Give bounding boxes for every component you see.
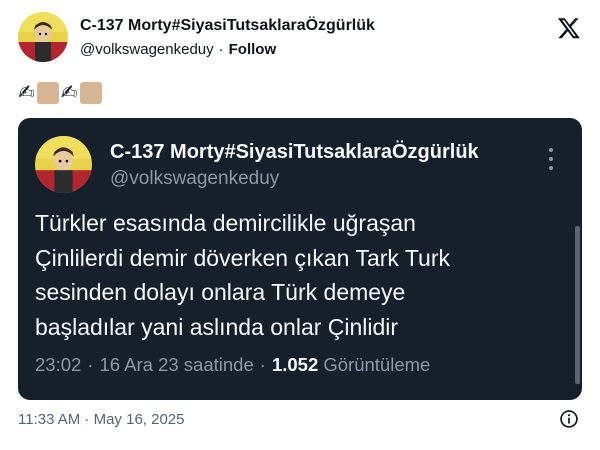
tweet-text-line: Türkler esasında demircilikle uğraşan — [35, 210, 416, 236]
quoted-author-avatar[interactable] — [35, 136, 92, 193]
follow-button[interactable]: Follow — [229, 41, 277, 58]
writing-hand-icon: ✍ — [60, 82, 78, 104]
writing-hand-icon: ✍ — [18, 82, 35, 104]
skin-tone-swatch-icon — [79, 82, 102, 104]
quoted-tweet-meta: 23:02 · 16 Ara 23 saatinde · 1.052 Görüntüle… — [35, 354, 430, 376]
tweet-text-line: başladılar yani aslında onlar Çinlidir — [35, 313, 399, 340]
quoted-date: 16 Ara 23 saatinde — [99, 354, 254, 375]
separator-dot: · — [87, 354, 94, 375]
avatar-image — [35, 136, 92, 193]
author-handle-row: @volkswagenkeduy · Follow — [80, 41, 276, 58]
author-display-name[interactable]: C-137 Morty#SiyasiTutsaklaraÖzgürlük — [80, 17, 375, 35]
views-count: 1.052 — [271, 354, 319, 375]
views-label: Görüntüleme — [323, 354, 431, 375]
quoted-tweet-text: Türkler esasında demircilikle uğraşan Çi… — [35, 206, 560, 344]
info-icon[interactable] — [559, 409, 579, 429]
author-handle[interactable]: @volkswagenkeduy — [80, 41, 214, 58]
quoted-time: 23:02 — [35, 354, 82, 375]
quoted-tweet-card[interactable]: C-137 Morty#SiyasiTutsaklaraÖzgürlük @vo… — [18, 118, 582, 400]
tweet-timestamp[interactable]: 11:33 AM · May 16, 2025 — [18, 411, 185, 428]
card-scrollbar[interactable] — [575, 226, 580, 384]
tweet-text-line: Çinlilerdi demir döverken çıkan Tark Tur… — [35, 244, 451, 271]
tweet-text-line: sesinden dolayı onlara Türk demeye — [35, 279, 406, 305]
more-options-icon[interactable] — [546, 148, 556, 170]
skin-tone-swatch-icon — [36, 82, 59, 104]
avatar-image — [18, 12, 68, 62]
quoted-handle[interactable]: @volkswagenkeduy — [110, 168, 279, 190]
separator-dot: · — [259, 354, 266, 375]
separator-dot: · — [218, 41, 224, 58]
quoted-display-name[interactable]: C-137 Morty#SiyasiTutsaklaraÖzgürlük — [110, 141, 479, 164]
embedded-tweet: C-137 Morty#SiyasiTutsaklaraÖzgürlük @vo… — [0, 0, 600, 450]
x-logo-icon[interactable] — [556, 16, 582, 40]
author-avatar[interactable] — [18, 12, 68, 62]
tweet-emoji-text: ✍ ✍ — [18, 80, 102, 106]
